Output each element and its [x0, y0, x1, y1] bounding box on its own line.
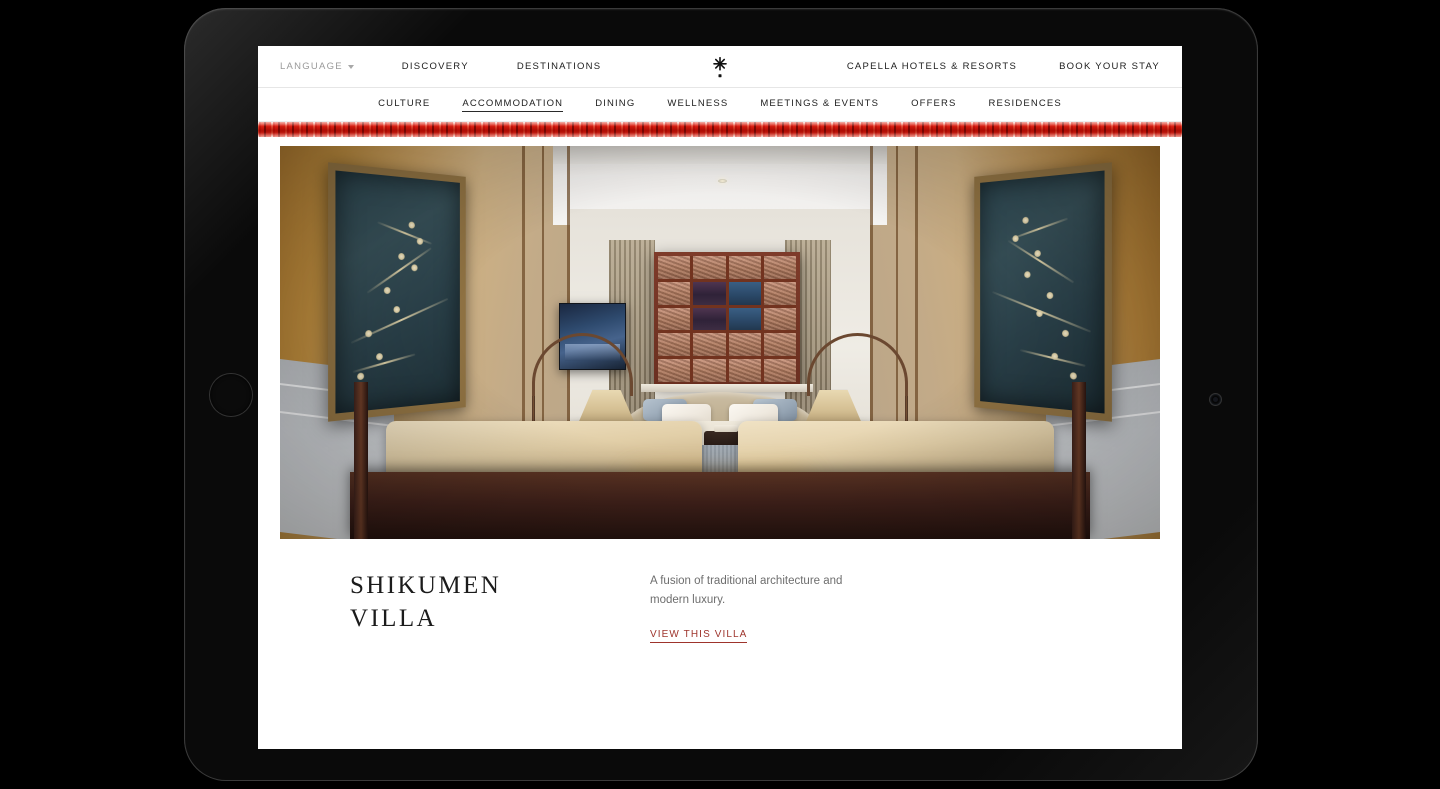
art-panel-right-frame [974, 161, 1113, 421]
language-label: LANGUAGE [280, 61, 343, 72]
subnav-item-residences[interactable]: RESIDENCES [989, 98, 1062, 111]
villa-caption: SHIKUMEN VILLA A fusion of traditional a… [280, 539, 1160, 644]
top-nav-right-group: CAPELLA HOTELS & RESORTS BOOK YOUR STAY [847, 61, 1160, 72]
lattice-window [654, 252, 801, 386]
nav-link-book-your-stay[interactable]: BOOK YOUR STAY [1059, 61, 1160, 72]
tablet-screen: LANGUAGE DISCOVERY DESTINATIONS CAPELLA … [258, 46, 1182, 749]
language-selector[interactable]: LANGUAGE [280, 61, 354, 72]
villa-hero-image [280, 146, 1160, 539]
bench-post-left [353, 381, 368, 539]
subnav-item-wellness[interactable]: WELLNESS [667, 98, 728, 111]
nav-link-discovery[interactable]: DISCOVERY [402, 61, 469, 72]
bench-post-right [1072, 381, 1087, 539]
villa-caption-right: A fusion of traditional architecture and… [650, 569, 865, 644]
front-camera-icon [1210, 394, 1221, 405]
red-wave-pattern-band [258, 122, 1182, 137]
page-body: SHIKUMEN VILLA A fusion of traditional a… [258, 137, 1182, 644]
subnav-item-culture[interactable]: CULTURE [378, 98, 430, 111]
subnav-item-accommodation[interactable]: ACCOMMODATION [462, 98, 564, 112]
villa-title-line1: SHIKUMEN [350, 572, 502, 599]
window-grid [658, 256, 797, 382]
capella-star-logo[interactable] [713, 56, 728, 78]
foreground-bench [350, 472, 1090, 539]
art-panel-left-frame [327, 161, 466, 421]
tablet-device-frame: LANGUAGE DISCOVERY DESTINATIONS CAPELLA … [184, 8, 1258, 781]
section-navigation-bar: CULTURE ACCOMMODATION DINING WELLNESS ME… [258, 88, 1182, 122]
villa-description: A fusion of traditional architecture and… [650, 575, 843, 606]
chevron-down-icon [347, 64, 354, 69]
top-nav-left-group: LANGUAGE DISCOVERY DESTINATIONS [280, 61, 601, 72]
nav-link-capella-hotels-resorts[interactable]: CAPELLA HOTELS & RESORTS [847, 61, 1017, 72]
subnav-item-offers[interactable]: OFFERS [911, 98, 956, 111]
logo-dot [718, 73, 722, 78]
subnav-item-meetings-events[interactable]: MEETINGS & EVENTS [760, 98, 879, 111]
villa-title: SHIKUMEN VILLA [350, 569, 650, 643]
top-navigation-bar: LANGUAGE DISCOVERY DESTINATIONS CAPELLA … [258, 46, 1182, 88]
home-button-icon[interactable] [210, 374, 252, 416]
view-this-villa-link[interactable]: VIEW THIS VILLA [650, 629, 748, 644]
window-sill [640, 383, 814, 393]
subnav-item-dining[interactable]: DINING [595, 98, 635, 111]
ceiling-beam [552, 146, 888, 164]
art-panel-right [980, 170, 1106, 413]
nav-link-destinations[interactable]: DESTINATIONS [517, 61, 602, 72]
art-panel-left [334, 170, 460, 413]
villa-title-line2: VILLA [350, 605, 437, 632]
